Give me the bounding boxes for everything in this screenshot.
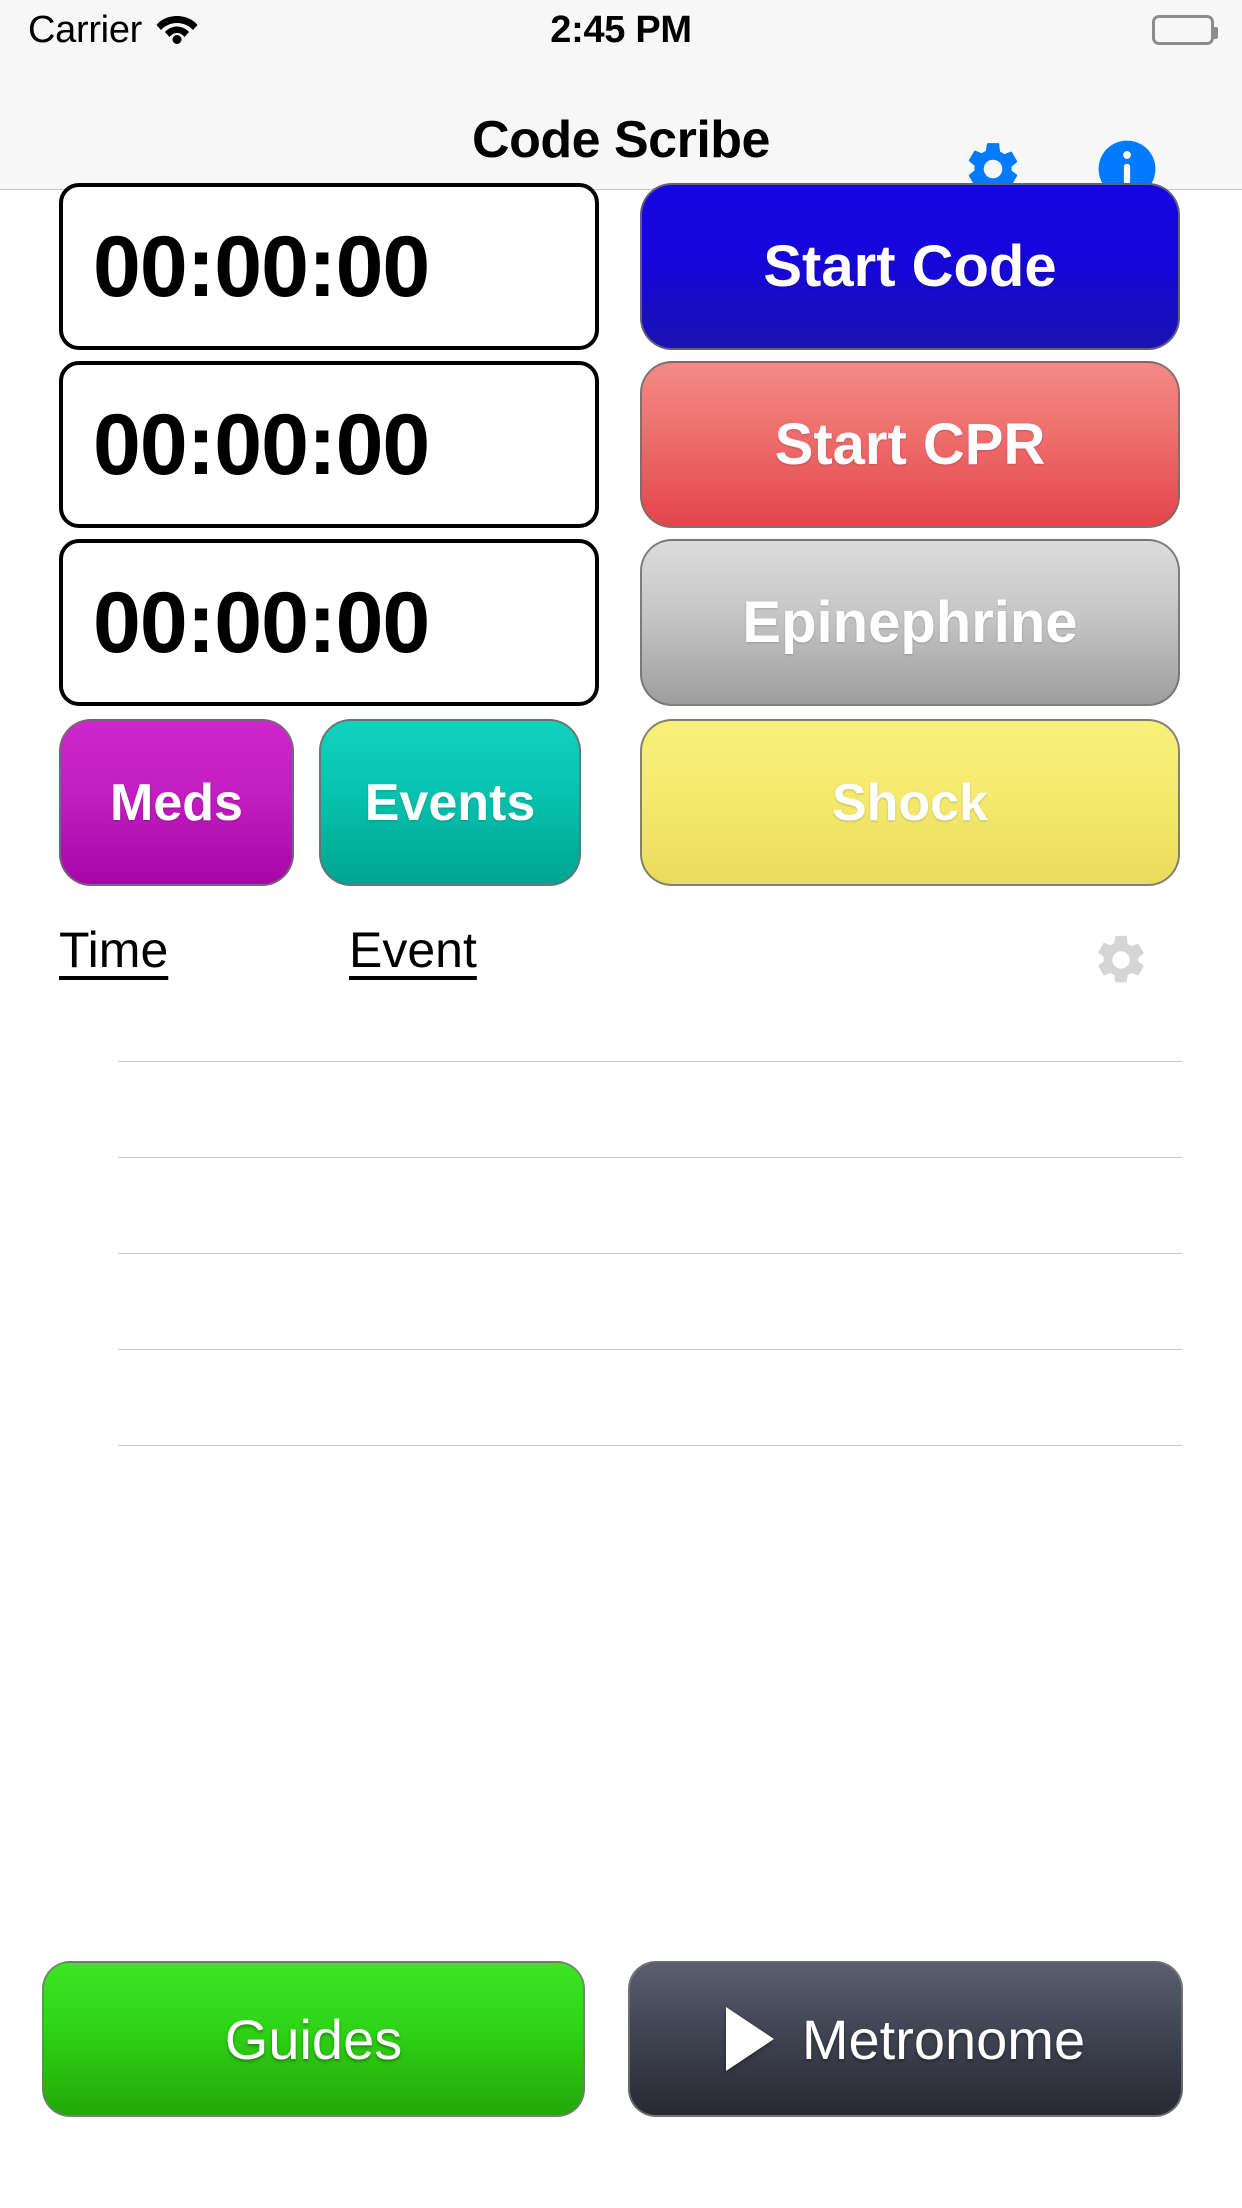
status-bar-right <box>692 15 1219 45</box>
battery-full-icon <box>1152 15 1219 45</box>
table-row[interactable] <box>118 1349 1182 1350</box>
table-row[interactable] <box>118 1061 1182 1062</box>
start-code-button[interactable]: Start Code <box>640 183 1180 350</box>
epinephrine-timer-display: 00:00:00 <box>59 539 599 706</box>
code-timer-display: 00:00:00 <box>59 183 599 350</box>
play-icon <box>725 2007 774 2071</box>
main-content: 00:00:00 Start Code 00:00:00 Start CPR 0… <box>0 183 1242 2208</box>
log-settings-button[interactable] <box>1092 931 1150 994</box>
app-screen: Carrier 2:45 PM Code Scribe 00:00:00 Sta… <box>0 0 1242 2208</box>
guides-label: Guides <box>224 2007 403 2071</box>
nav-bar: Code Scribe <box>0 60 1242 198</box>
log-table-header: Time Event <box>0 921 1242 1007</box>
meds-button[interactable]: Meds <box>59 719 294 886</box>
gear-icon <box>1092 935 1150 993</box>
epinephrine-timer-value: 00:00:00 <box>93 574 430 671</box>
guides-button[interactable]: Guides <box>42 1961 585 2117</box>
table-row[interactable] <box>118 1157 1182 1158</box>
quick-actions-row: Meds Events Shock <box>0 719 1242 899</box>
footer-bar: Guides Metronome <box>0 1961 1242 2141</box>
column-header-time[interactable]: Time <box>59 921 168 979</box>
metronome-label: Metronome <box>801 2007 1086 2071</box>
wifi-icon <box>156 12 198 49</box>
timer-row-epinephrine: 00:00:00 Epinephrine <box>0 539 1242 717</box>
page-title: Code Scribe <box>472 111 770 169</box>
column-header-event[interactable]: Event <box>349 921 477 979</box>
code-timer-value: 00:00:00 <box>93 218 430 315</box>
epinephrine-button[interactable]: Epinephrine <box>640 539 1180 706</box>
status-bar-clock: 2:45 PM <box>550 8 692 51</box>
events-button[interactable]: Events <box>319 719 581 886</box>
status-bar: Carrier 2:45 PM <box>0 0 1242 60</box>
table-row[interactable] <box>118 1253 1182 1254</box>
carrier-label: Carrier <box>28 8 143 51</box>
shock-button[interactable]: Shock <box>640 719 1180 886</box>
timer-row-cpr: 00:00:00 Start CPR <box>0 361 1242 539</box>
start-cpr-button[interactable]: Start CPR <box>640 361 1180 528</box>
cpr-timer-display: 00:00:00 <box>59 361 599 528</box>
status-bar-left: Carrier <box>28 9 550 52</box>
cpr-timer-value: 00:00:00 <box>93 396 430 493</box>
table-row[interactable] <box>118 1445 1182 1446</box>
timer-row-code: 00:00:00 Start Code <box>0 183 1242 361</box>
log-table-body[interactable] <box>0 1061 1242 1621</box>
metronome-button[interactable]: Metronome <box>628 1961 1183 2117</box>
